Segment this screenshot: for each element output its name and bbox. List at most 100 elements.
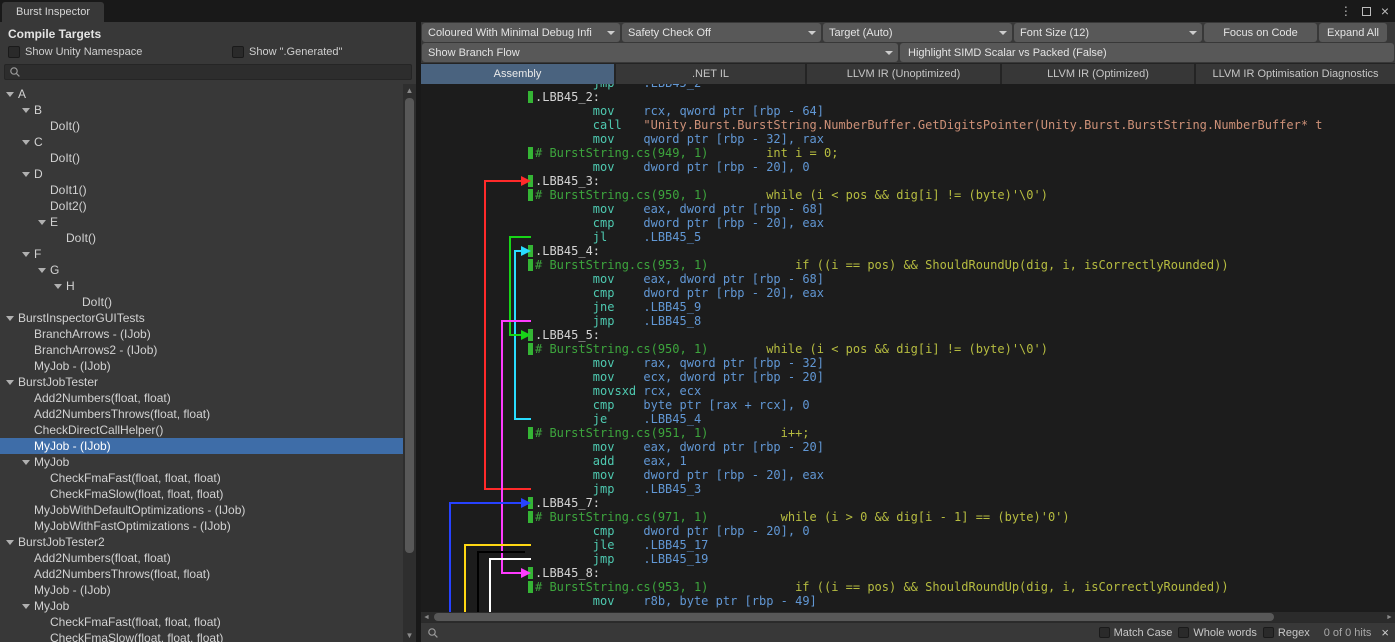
branch-flow-dropdown[interactable]: Show Branch Flow [422, 43, 898, 62]
tree-item-f[interactable]: F [0, 246, 403, 262]
tree-item-burstinspectorguitests[interactable]: BurstInspectorGUITests [0, 310, 403, 326]
tree-item-brancharrows2-ijob[interactable]: BranchArrows2 - (IJob) [0, 342, 403, 358]
tree-item-e[interactable]: E [0, 214, 403, 230]
tree-item-myjob-ijob[interactable]: MyJob - (IJob) [0, 582, 403, 598]
simd-highlight-toggle[interactable]: Highlight SIMD Scalar vs Packed (False) [900, 43, 1394, 62]
safety-check-dropdown[interactable]: Safety Check Off [622, 23, 821, 42]
code-line: jl .LBB45_5 [421, 230, 1395, 244]
code-line: # BurstString.cs(951, 1) i++; [421, 426, 1395, 440]
tab-net-il[interactable]: .NET IL [616, 64, 805, 84]
tree-item-myjobwithfastoptimizations-ijob[interactable]: MyJobWithFastOptimizations - (IJob) [0, 518, 403, 534]
foldout-arrow-icon[interactable] [38, 220, 46, 225]
tree-item-myjob-ijob[interactable]: MyJob - (IJob) [0, 438, 403, 454]
tree-item-doit2[interactable]: DoIt2() [0, 198, 403, 214]
foldout-arrow-icon[interactable] [22, 108, 30, 113]
tab-llvm-ir-unoptimized[interactable]: LLVM IR (Unoptimized) [807, 64, 1000, 84]
debug-info-dropdown[interactable]: Coloured With Minimal Debug Infi [422, 23, 620, 42]
window-tab-label: Burst Inspector [16, 6, 90, 18]
tree-item-add2numbersthrows-float-float[interactable]: Add2NumbersThrows(float, float) [0, 566, 403, 582]
expand-all-button[interactable]: Expand All [1319, 23, 1387, 42]
menu-dots-icon[interactable]: ⋮ [1340, 5, 1352, 17]
tree-scrollbar-thumb[interactable] [405, 98, 414, 553]
tree-item-myjobwithdefaultoptimizations-ijob[interactable]: MyJobWithDefaultOptimizations - (IJob) [0, 502, 403, 518]
code-horizontal-scrollbar[interactable]: ◄ ► [421, 612, 1395, 622]
tree-item-b[interactable]: B [0, 102, 403, 118]
show-unity-namespace-checkbox[interactable] [8, 46, 20, 58]
tree-item-c[interactable]: C [0, 134, 403, 150]
tree-item-checkfmafast-float-float-float[interactable]: CheckFmaFast(float, float, float) [0, 470, 403, 486]
toolbar-row-1: Coloured With Minimal Debug Infi Safety … [421, 22, 1395, 43]
foldout-arrow-icon[interactable] [22, 460, 30, 465]
focus-on-code-button[interactable]: Focus on Code [1204, 23, 1317, 42]
code-line: .LBB45_3: [421, 174, 1395, 188]
tree-item-add2numbers-float-float[interactable]: Add2Numbers(float, float) [0, 550, 403, 566]
foldout-arrow-icon[interactable] [22, 604, 30, 609]
code-line: .LBB45_4: [421, 244, 1395, 258]
tree-item-h[interactable]: H [0, 278, 403, 294]
tree-item-a[interactable]: A [0, 86, 403, 102]
tree-item-label: BurstJobTester [18, 375, 98, 389]
foldout-arrow-icon[interactable] [22, 140, 30, 145]
tree-item-myjob[interactable]: MyJob [0, 598, 403, 614]
tree-item-doit[interactable]: DoIt() [0, 230, 403, 246]
scroll-down-icon[interactable]: ▼ [403, 629, 416, 642]
tree-item-label: Add2Numbers(float, float) [34, 551, 171, 565]
whole-words-checkbox[interactable] [1178, 627, 1189, 638]
foldout-arrow-icon[interactable] [6, 92, 14, 97]
tree-item-checkfmafast-float-float-float[interactable]: CheckFmaFast(float, float, float) [0, 614, 403, 630]
tree-item-doit[interactable]: DoIt() [0, 294, 403, 310]
scroll-left-icon[interactable]: ◄ [421, 612, 432, 622]
tree-item-label: BurstInspectorGUITests [18, 311, 145, 325]
foldout-arrow-icon[interactable] [22, 172, 30, 177]
tree-item-g[interactable]: G [0, 262, 403, 278]
assembly-code-view[interactable]: jmp .LBB45_2.LBB45_2: mov rcx, qword ptr… [421, 84, 1395, 612]
h-scrollbar-track[interactable] [432, 612, 1384, 622]
targets-search-input[interactable] [4, 64, 412, 80]
tree-item-label: DoIt() [50, 151, 80, 165]
find-close-icon[interactable]: × [1381, 625, 1389, 640]
close-icon[interactable]: × [1381, 4, 1389, 18]
tree-item-burstjobtester2[interactable]: BurstJobTester2 [0, 534, 403, 550]
code-line: mov dword ptr [rbp - 20], eax [421, 468, 1395, 482]
tree-item-myjob-ijob[interactable]: MyJob - (IJob) [0, 358, 403, 374]
tree-item-checkfmaslow-float-float-float[interactable]: CheckFmaSlow(float, float, float) [0, 486, 403, 502]
tree-item-myjob[interactable]: MyJob [0, 454, 403, 470]
scroll-up-icon[interactable]: ▲ [403, 84, 416, 97]
tree-item-brancharrows-ijob[interactable]: BranchArrows - (IJob) [0, 326, 403, 342]
target-dropdown[interactable]: Target (Auto) [823, 23, 1012, 42]
tree-item-checkdirectcallhelper[interactable]: CheckDirectCallHelper() [0, 422, 403, 438]
tree-item-doit[interactable]: DoIt() [0, 150, 403, 166]
tab-assembly[interactable]: Assembly [421, 64, 614, 84]
foldout-arrow-icon[interactable] [22, 252, 30, 257]
foldout-arrow-icon[interactable] [6, 316, 14, 321]
tree-item-label: MyJob - (IJob) [34, 583, 111, 597]
foldout-arrow-icon[interactable] [54, 284, 62, 289]
code-line: .LBB45_7: [421, 496, 1395, 510]
foldout-arrow-icon[interactable] [38, 268, 46, 273]
tree-scrollbar[interactable]: ▲ ▼ [403, 84, 416, 642]
font-size-dropdown[interactable]: Font Size (12) [1014, 23, 1202, 42]
whole-words-label: Whole words [1193, 627, 1257, 639]
tab-llvm-ir-optimized[interactable]: LLVM IR (Optimized) [1002, 64, 1194, 84]
tree-item-burstjobtester[interactable]: BurstJobTester [0, 374, 403, 390]
tree-item-add2numbersthrows-float-float[interactable]: Add2NumbersThrows(float, float) [0, 406, 403, 422]
window-tab-burst-inspector[interactable]: Burst Inspector [2, 2, 104, 22]
foldout-arrow-icon[interactable] [6, 540, 14, 545]
tree-item-checkfmaslow-float-float-float[interactable]: CheckFmaSlow(float, float, float) [0, 630, 403, 642]
tree-item-add2numbers-float-float[interactable]: Add2Numbers(float, float) [0, 390, 403, 406]
show-generated-checkbox[interactable] [232, 46, 244, 58]
inspector-panel: Coloured With Minimal Debug Infi Safety … [421, 22, 1395, 642]
regex-checkbox[interactable] [1263, 627, 1274, 638]
scroll-right-icon[interactable]: ► [1384, 612, 1395, 622]
match-case-checkbox[interactable] [1099, 627, 1110, 638]
find-input[interactable] [445, 625, 1093, 641]
foldout-arrow-icon[interactable] [6, 380, 14, 385]
tree-item-d[interactable]: D [0, 166, 403, 182]
maximize-icon[interactable] [1362, 7, 1371, 16]
show-generated-group: Show ".Generated" [232, 46, 342, 58]
tree-item-label: MyJob - (IJob) [34, 359, 111, 373]
h-scrollbar-thumb[interactable] [434, 613, 1274, 621]
tree-item-doit1[interactable]: DoIt1() [0, 182, 403, 198]
tab-llvm-ir-optimisation-diagnostics[interactable]: LLVM IR Optimisation Diagnostics [1196, 64, 1395, 84]
tree-item-doit[interactable]: DoIt() [0, 118, 403, 134]
